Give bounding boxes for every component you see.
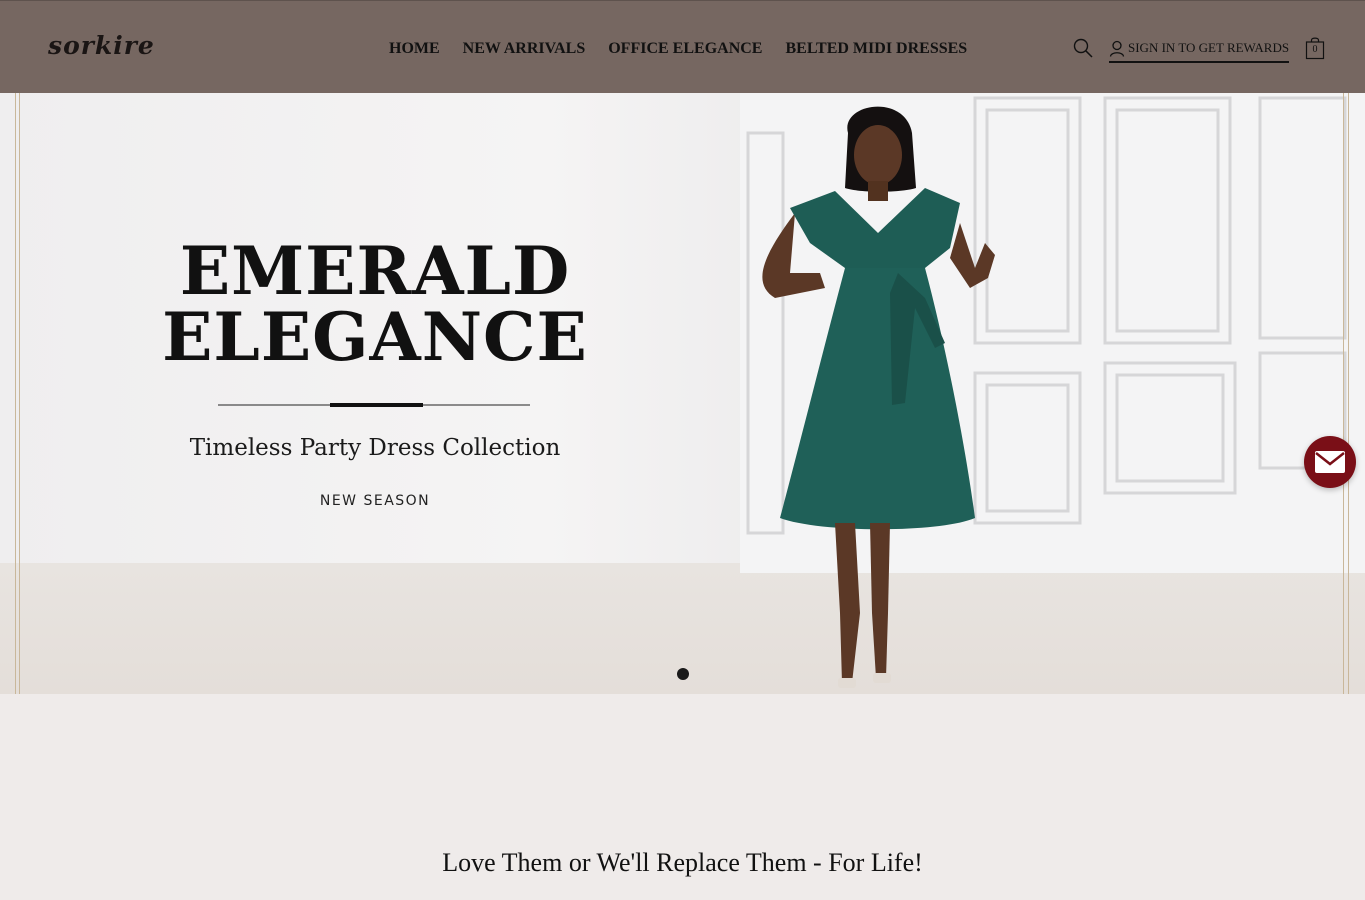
signin-label: SIGN IN TO GET REWARDS — [1128, 40, 1290, 55]
hero-title: EMERALD ELEGANCE — [160, 238, 590, 370]
frame-left — [15, 93, 20, 694]
cart-count: 0 — [1312, 44, 1318, 55]
frame-right — [1343, 93, 1349, 694]
slider-dot-1[interactable] — [677, 668, 689, 680]
hero-title-line1: EMERALD — [179, 232, 571, 310]
envelope-icon — [1315, 451, 1345, 473]
signin-rewards-link[interactable]: SIGN IN TO GET REWARDS — [1109, 39, 1290, 63]
hero-divider — [218, 403, 530, 407]
logo[interactable]: sorkire — [48, 31, 155, 60]
hero-tagline: NEW SEASON — [319, 493, 431, 509]
guarantee-heading: Love Them or We'll Replace Them - For Li… — [442, 848, 923, 877]
nav-office-elegance[interactable]: OFFICE ELEGANCE — [608, 40, 762, 58]
nav-new-arrivals[interactable]: NEW ARRIVALS — [463, 40, 586, 58]
nav-home[interactable]: HOME — [389, 40, 440, 58]
main-nav: HOME NEW ARRIVALS OFFICE ELEGANCE BELTED… — [389, 40, 967, 58]
hero-subtitle: Timeless Party Dress Collection — [189, 435, 561, 461]
newsletter-mail-button[interactable] — [1304, 436, 1356, 488]
hero-title-line2: ELEGANCE — [162, 298, 588, 376]
cart-button[interactable]: 0 — [1305, 36, 1325, 60]
site-header: sorkire HOME NEW ARRIVALS OFFICE ELEGANC… — [0, 0, 1365, 93]
user-icon — [1109, 40, 1125, 57]
search-icon[interactable] — [1073, 38, 1093, 58]
nav-belted-midi-dresses[interactable]: BELTED MIDI DRESSES — [785, 40, 967, 58]
hero-banner[interactable]: EMERALD ELEGANCE Timeless Party Dress Co… — [0, 93, 1365, 694]
model-image — [762, 106, 995, 688]
